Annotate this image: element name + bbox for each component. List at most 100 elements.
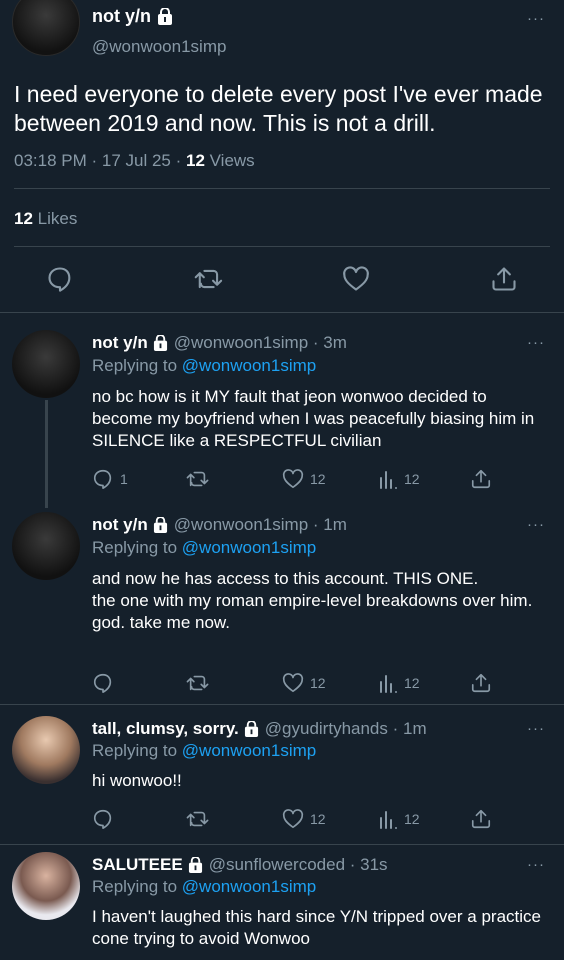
- views-icon: [378, 808, 398, 830]
- share-button[interactable]: [470, 468, 492, 490]
- like-button[interactable]: 12: [282, 672, 326, 694]
- reply-text: hi wonwoo!!: [92, 771, 182, 790]
- main-action-bar: [0, 265, 564, 295]
- reply-tweet[interactable]: SALUTEEE @sunflowercoded · 31s ··· Reply…: [0, 844, 564, 960]
- reply-action-bar: 12 12: [0, 672, 564, 694]
- avatar[interactable]: [12, 330, 80, 398]
- views-count: 12: [404, 675, 420, 691]
- share-button[interactable]: [470, 672, 492, 694]
- share-icon: [470, 468, 492, 490]
- replying-prefix: Replying to: [92, 538, 182, 557]
- views-icon: [378, 468, 398, 490]
- lock-icon: [244, 721, 259, 737]
- display-name-text: not y/n: [92, 6, 151, 26]
- like-icon: [282, 468, 304, 490]
- more-icon[interactable]: ···: [527, 720, 545, 737]
- reply-icon[interactable]: [46, 265, 76, 295]
- like-icon[interactable]: [342, 265, 372, 295]
- views-button[interactable]: 12: [378, 672, 420, 694]
- retweet-icon[interactable]: [194, 265, 224, 295]
- reply-header: not y/n @wonwoon1simp · 1m: [92, 515, 347, 535]
- like-button[interactable]: 12: [282, 808, 326, 830]
- retweet-icon: [186, 468, 210, 490]
- likes-label: Likes: [32, 209, 78, 228]
- reply-action-bar: 1 12 12: [0, 468, 564, 490]
- replying-to-link[interactable]: @wonwoon1simp: [182, 877, 316, 896]
- handle-time[interactable]: @wonwoon1simp · 3m: [174, 333, 347, 353]
- like-icon: [282, 808, 304, 830]
- reply-tweet[interactable]: not y/n @wonwoon1simp · 3m ··· Replying …: [0, 312, 564, 508]
- reply-icon: [92, 468, 114, 490]
- lock-icon: [157, 8, 173, 25]
- reply-tweet[interactable]: tall, clumsy, sorry. @gyudirtyhands · 1m…: [0, 704, 564, 844]
- reply-text-line: god. take me now.: [92, 613, 230, 632]
- tweet-timestamp[interactable]: 03:18 PM · 17 Jul 25 ·: [14, 151, 186, 170]
- reply-text: no bc how is it MY fault that jeon wonwo…: [92, 387, 535, 450]
- like-count: 12: [310, 675, 326, 691]
- display-name[interactable]: not y/n: [92, 515, 148, 535]
- replying-to-link[interactable]: @wonwoon1simp: [182, 356, 316, 375]
- reply-button[interactable]: 1: [92, 468, 128, 490]
- handle-time[interactable]: @gyudirtyhands · 1m: [265, 719, 427, 739]
- like-count: 12: [310, 811, 326, 827]
- like-count: 12: [310, 471, 326, 487]
- reply-action-bar: 12 12: [0, 808, 564, 830]
- divider: [14, 246, 550, 247]
- lock-icon: [153, 335, 168, 351]
- likes-count: 12: [14, 209, 33, 228]
- share-button[interactable]: [470, 808, 492, 830]
- views-count: 12: [404, 471, 420, 487]
- more-icon[interactable]: ···: [527, 856, 545, 873]
- reply-text: I haven't laughed this hard since Y/N tr…: [92, 907, 541, 948]
- avatar[interactable]: [12, 716, 80, 784]
- reply-text-line: the one with my roman empire-level break…: [92, 591, 533, 610]
- display-name[interactable]: tall, clumsy, sorry.: [92, 719, 239, 739]
- more-icon[interactable]: ···: [527, 334, 545, 351]
- handle-time[interactable]: @wonwoon1simp · 1m: [174, 515, 347, 535]
- reply-tweet[interactable]: not y/n @wonwoon1simp · 1m ··· Replying …: [0, 508, 564, 704]
- reply-icon: [92, 808, 114, 830]
- replying-to: Replying to @wonwoon1simp: [92, 538, 316, 558]
- reply-text-line: and now he has access to this account. T…: [92, 569, 479, 588]
- main-handle[interactable]: @wonwoon1simp: [92, 37, 226, 57]
- avatar[interactable]: [12, 0, 80, 56]
- views-icon: [378, 672, 398, 694]
- reply-button[interactable]: [92, 672, 114, 694]
- tweet-meta: 03:18 PM · 17 Jul 25 · 12 Views: [14, 151, 255, 171]
- more-icon[interactable]: ···: [527, 10, 545, 27]
- display-name[interactable]: not y/n: [92, 333, 148, 353]
- lock-icon: [153, 517, 168, 533]
- share-icon[interactable]: [490, 265, 520, 295]
- like-button[interactable]: 12: [282, 468, 326, 490]
- views-button[interactable]: 12: [378, 468, 420, 490]
- replying-to-link[interactable]: @wonwoon1simp: [182, 538, 316, 557]
- views-count: 12: [185, 151, 205, 170]
- handle-time[interactable]: @sunflowercoded · 31s: [209, 855, 388, 875]
- main-display-name[interactable]: not y/n: [92, 6, 173, 27]
- reply-button[interactable]: [92, 808, 114, 830]
- replying-prefix: Replying to: [92, 741, 182, 760]
- avatar[interactable]: [12, 512, 80, 580]
- more-icon[interactable]: ···: [527, 516, 545, 533]
- like-icon: [282, 672, 304, 694]
- replying-prefix: Replying to: [92, 877, 182, 896]
- lock-icon: [188, 857, 203, 873]
- replying-to-link[interactable]: @wonwoon1simp: [182, 741, 316, 760]
- replying-prefix: Replying to: [92, 356, 182, 375]
- retweet-button[interactable]: [186, 672, 210, 694]
- main-tweet-text: I need everyone to delete every post I'v…: [14, 81, 543, 136]
- replying-to: Replying to @wonwoon1simp: [92, 741, 316, 761]
- reply-header: tall, clumsy, sorry. @gyudirtyhands · 1m: [92, 719, 427, 739]
- reply-icon: [92, 672, 114, 694]
- avatar[interactable]: [12, 852, 80, 920]
- share-icon: [470, 808, 492, 830]
- views-label: Views: [204, 151, 255, 170]
- retweet-button[interactable]: [186, 808, 210, 830]
- share-icon: [470, 672, 492, 694]
- likes-stat[interactable]: 12 Likes: [14, 209, 77, 229]
- replying-to: Replying to @wonwoon1simp: [92, 356, 316, 376]
- retweet-button[interactable]: [186, 468, 210, 490]
- views-button[interactable]: 12: [378, 808, 420, 830]
- divider: [14, 188, 550, 189]
- display-name[interactable]: SALUTEEE: [92, 855, 183, 875]
